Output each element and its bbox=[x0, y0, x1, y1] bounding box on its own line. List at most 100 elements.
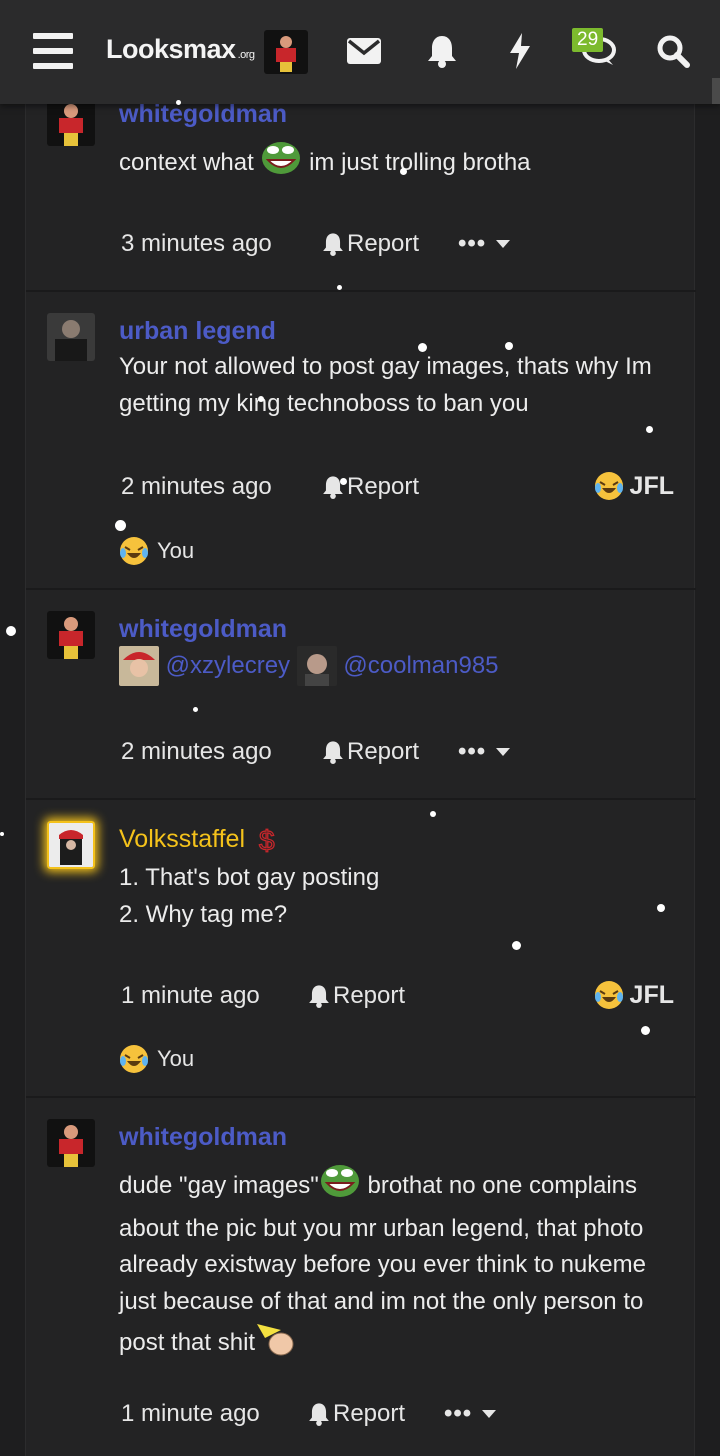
report-button[interactable]: Report bbox=[308, 1400, 405, 1428]
comment-text-part: brothat no one complains about the pic b… bbox=[119, 1172, 646, 1357]
report-label: Report bbox=[347, 473, 420, 500]
snowflake bbox=[0, 832, 4, 836]
envelope-icon[interactable] bbox=[346, 26, 382, 76]
snowflake bbox=[258, 396, 264, 402]
comment: urban legend Your not allowed to post ga… bbox=[26, 292, 696, 590]
avatar[interactable] bbox=[47, 1119, 95, 1167]
lightning-icon[interactable] bbox=[504, 26, 536, 76]
comment: whitegoldman dude "gay images" brothat n… bbox=[26, 1098, 696, 1456]
crying-laughing-emoji-icon bbox=[120, 1045, 148, 1073]
mention-avatar bbox=[296, 646, 337, 686]
chevron-down-icon bbox=[496, 748, 511, 756]
avatar[interactable] bbox=[47, 611, 95, 659]
comment-text-part: im just trolling brotha bbox=[309, 149, 531, 177]
snowflake bbox=[400, 168, 407, 175]
svg-text:$: $ bbox=[259, 825, 275, 855]
report-label: Report bbox=[333, 982, 406, 1009]
report-button[interactable]: Report bbox=[322, 738, 419, 766]
crying-laughing-emoji-icon bbox=[120, 537, 148, 565]
ellipsis-icon: ••• bbox=[458, 738, 487, 765]
logo-suffix: .org bbox=[237, 49, 255, 61]
author-name[interactable]: Volksstaffel $ bbox=[119, 825, 282, 857]
comment-feed: whitegoldman context what im just trolli… bbox=[25, 98, 696, 1456]
report-label: Report bbox=[347, 230, 420, 257]
bell-icon bbox=[309, 1403, 329, 1426]
menu-icon[interactable] bbox=[30, 26, 76, 76]
reactor-name: You bbox=[157, 538, 195, 563]
user-avatar[interactable] bbox=[264, 30, 308, 74]
report-button[interactable]: Report bbox=[308, 982, 405, 1010]
snowflake bbox=[505, 342, 513, 350]
snowflake bbox=[657, 904, 665, 912]
report-button[interactable]: Report bbox=[322, 230, 419, 258]
more-options-button[interactable]: ••• bbox=[444, 1400, 497, 1428]
reaction-summary[interactable]: JFL bbox=[594, 980, 674, 1010]
avatar[interactable] bbox=[47, 821, 95, 869]
author-name[interactable]: whitegoldman bbox=[119, 100, 287, 129]
user-mention-link[interactable]: @xzylecrey bbox=[166, 652, 290, 679]
reaction-users[interactable]: You bbox=[119, 536, 194, 566]
timestamp[interactable]: 1 minute ago bbox=[121, 982, 260, 1010]
timestamp[interactable]: 3 minutes ago bbox=[121, 230, 272, 258]
timestamp[interactable]: 2 minutes ago bbox=[121, 738, 272, 766]
more-options-button[interactable]: ••• bbox=[458, 738, 511, 766]
comment-text: Your not allowed to post gay images, tha… bbox=[119, 353, 652, 417]
pepe-laugh-emoji bbox=[260, 140, 302, 188]
more-options-button[interactable]: ••• bbox=[458, 230, 511, 258]
snowflake bbox=[115, 520, 126, 531]
timestamp[interactable]: 2 minutes ago bbox=[121, 473, 272, 501]
reaction-summary[interactable]: JFL bbox=[594, 471, 674, 501]
author-name[interactable]: urban legend bbox=[119, 317, 276, 346]
crying-laughing-emoji-icon bbox=[594, 472, 623, 500]
report-label: Report bbox=[347, 738, 420, 765]
bell-icon bbox=[309, 985, 329, 1008]
comment: whitegoldman @xzylecrey @coolman985 2 mi… bbox=[26, 590, 696, 800]
ellipsis-icon: ••• bbox=[444, 1400, 473, 1427]
comment-text: 1. That's bot gay posting 2. Why tag me? bbox=[119, 860, 684, 933]
snowflake bbox=[193, 707, 198, 712]
comment-text-part: dude "gay images" bbox=[119, 1172, 319, 1200]
reactor-name: You bbox=[157, 1046, 195, 1071]
report-label: Report bbox=[333, 1400, 406, 1427]
comment-line: 1. That's bot gay posting bbox=[119, 864, 380, 891]
chat-count-badge: 29 bbox=[572, 28, 604, 52]
scrollbar[interactable] bbox=[712, 78, 720, 104]
comment: Volksstaffel $ 1. That's bot gay posting… bbox=[26, 800, 696, 1098]
bell-icon[interactable] bbox=[424, 26, 460, 76]
dollar-badge-icon: $ bbox=[258, 825, 275, 857]
site-logo[interactable]: Looksmax .org bbox=[106, 34, 255, 65]
bell-icon bbox=[323, 741, 343, 764]
comment-text: dude "gay images" brothat no one complai… bbox=[119, 1163, 684, 1368]
timestamp[interactable]: 1 minute ago bbox=[121, 1400, 260, 1428]
top-navigation-bar: Looksmax .org 29 bbox=[0, 0, 720, 104]
mention-avatar bbox=[119, 646, 159, 686]
ellipsis-icon: ••• bbox=[458, 230, 487, 257]
author-name[interactable]: whitegoldman bbox=[119, 1123, 287, 1152]
avatar[interactable] bbox=[47, 313, 95, 361]
comment-line: 2. Why tag me? bbox=[119, 900, 288, 928]
bell-icon bbox=[323, 233, 343, 256]
comment-text: @xzylecrey @coolman985 bbox=[119, 646, 684, 686]
user-mention-link[interactable]: @coolman985 bbox=[343, 652, 498, 679]
snowflake bbox=[340, 478, 347, 485]
comment-text-part: context what bbox=[119, 149, 254, 177]
logo-text: Looksmax bbox=[106, 34, 236, 64]
snowflake bbox=[418, 343, 427, 352]
reaction-label: JFL bbox=[629, 980, 674, 1009]
snowflake bbox=[176, 100, 181, 105]
search-icon[interactable] bbox=[654, 26, 692, 76]
comment: whitegoldman context what im just trolli… bbox=[26, 98, 696, 292]
reaction-label: JFL bbox=[629, 471, 674, 500]
chad-face-emoji bbox=[255, 1320, 295, 1368]
snowflake bbox=[337, 285, 342, 290]
report-button[interactable]: Report bbox=[322, 473, 419, 501]
snowflake bbox=[646, 426, 653, 433]
chevron-down-icon bbox=[496, 240, 511, 248]
reaction-users[interactable]: You bbox=[119, 1044, 194, 1074]
snowflake bbox=[6, 626, 16, 636]
crying-laughing-emoji-icon bbox=[594, 981, 623, 1009]
pepe-laugh-emoji bbox=[319, 1163, 361, 1211]
snowflake bbox=[430, 811, 436, 817]
avatar[interactable] bbox=[47, 98, 95, 146]
author-name[interactable]: whitegoldman bbox=[119, 615, 287, 644]
